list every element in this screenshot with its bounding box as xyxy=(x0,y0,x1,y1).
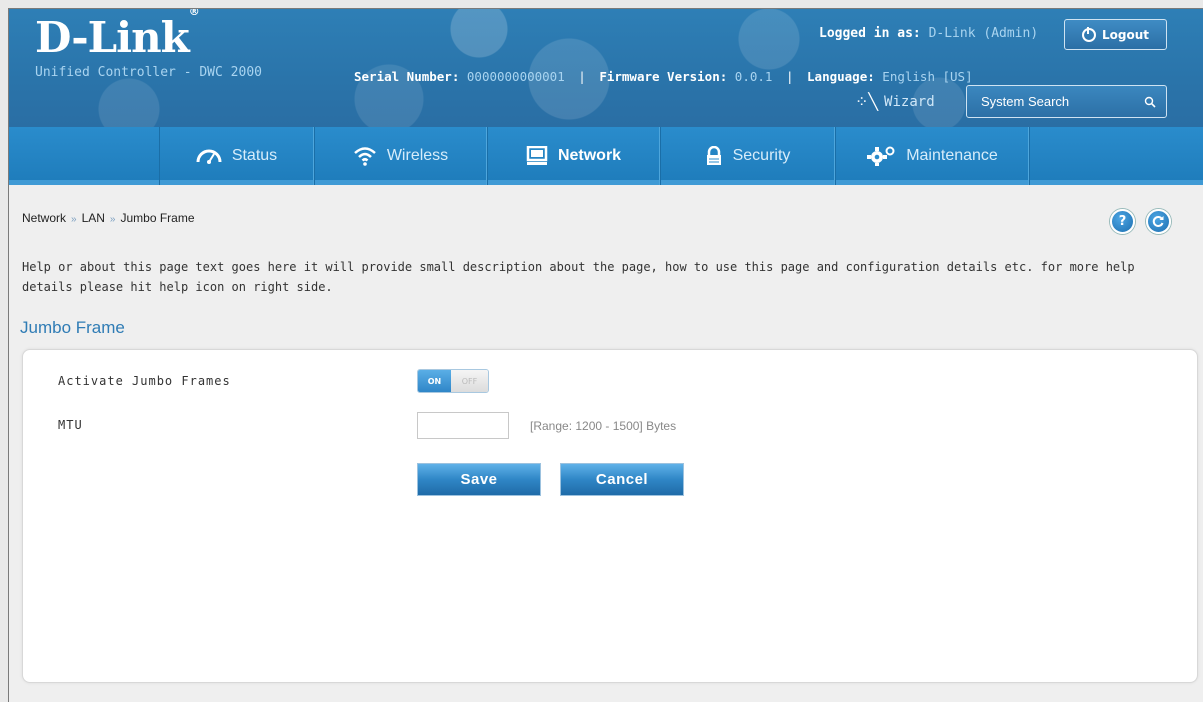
logged-in-user: D-Link (Admin) xyxy=(928,26,1039,41)
nav-label-network: Network xyxy=(557,147,622,164)
header: D-Link® Unified Controller - DWC 2000 Lo… xyxy=(9,9,1203,127)
nav-label-security: Security xyxy=(732,147,791,164)
save-button[interactable]: Save xyxy=(417,463,541,496)
cancel-button[interactable]: Cancel xyxy=(560,463,684,496)
main-nav: Status Wireless Network Security Mainten… xyxy=(9,127,1203,185)
breadcrumb-network[interactable]: Network xyxy=(22,211,66,225)
jumbo-frame-panel: Activate Jumbo Frames ON OFF MTU [Range:… xyxy=(22,349,1198,683)
nav-item-wireless[interactable]: Wireless xyxy=(314,127,487,185)
help-icon[interactable]: ? xyxy=(1110,209,1135,234)
device-info: Serial Number: 0000000000001 | Firmware … xyxy=(354,69,973,84)
toggle-off: OFF xyxy=(451,370,488,392)
gears-icon xyxy=(867,146,895,166)
product-subtitle: Unified Controller - DWC 2000 xyxy=(35,65,262,80)
nav-item-security[interactable]: Security xyxy=(660,127,835,185)
power-icon xyxy=(1081,26,1096,42)
wizard-link[interactable]: ⁘╲ Wizard xyxy=(855,92,935,111)
nav-label-wireless: Wireless xyxy=(386,147,449,164)
serial-value: 0000000000001 xyxy=(466,69,565,84)
toggle-on: ON xyxy=(418,370,451,392)
firmware-label: Firmware Version: xyxy=(599,69,728,84)
magic-wand-icon: ⁘╲ xyxy=(855,92,879,111)
breadcrumb: Network» LAN» Jumbo Frame xyxy=(22,211,195,225)
breadcrumb-lan[interactable]: LAN xyxy=(82,211,105,225)
nav-label-maintenance: Maintenance xyxy=(906,147,998,164)
firmware-value: 0.0.1 xyxy=(734,69,773,84)
nav-item-maintenance[interactable]: Maintenance xyxy=(835,127,1029,185)
gauge-icon xyxy=(196,149,222,164)
dlink-logo: D-Link® xyxy=(35,8,200,62)
refresh-icon[interactable] xyxy=(1146,209,1171,234)
nav-item-network[interactable]: Network xyxy=(487,127,660,185)
search-placeholder: System Search xyxy=(981,94,1070,109)
breadcrumb-jumbo-frame: Jumbo Frame xyxy=(120,211,195,225)
search-icon[interactable] xyxy=(1144,96,1156,108)
mtu-label: MTU xyxy=(58,418,83,432)
system-search-input[interactable]: System Search xyxy=(966,85,1167,118)
language-value[interactable]: English [US] xyxy=(882,69,972,84)
section-title: Jumbo Frame xyxy=(20,318,125,337)
wifi-icon xyxy=(353,147,376,166)
activate-jumbo-label: Activate Jumbo Frames xyxy=(58,374,231,388)
nav-label-status: Status xyxy=(231,147,278,164)
logout-button[interactable]: Logout xyxy=(1064,19,1167,50)
logout-label: Logout xyxy=(1101,27,1149,42)
login-status: Logged in as: D-Link (Admin) xyxy=(819,26,1038,41)
page-description: Help or about this page text goes here i… xyxy=(22,260,1135,294)
serial-label: Serial Number: xyxy=(354,69,460,84)
wizard-label: Wizard xyxy=(884,93,935,110)
logged-in-label: Logged in as: xyxy=(819,26,921,41)
app-frame: D-Link® Unified Controller - DWC 2000 Lo… xyxy=(8,8,1203,702)
lock-icon xyxy=(706,146,721,165)
activate-jumbo-toggle[interactable]: ON OFF xyxy=(417,369,489,393)
mtu-range-hint: [Range: 1200 - 1500] Bytes xyxy=(530,419,677,433)
language-label: Language: xyxy=(807,69,875,84)
mtu-input[interactable] xyxy=(417,412,509,439)
monitor-icon xyxy=(526,146,548,165)
nav-item-status[interactable]: Status xyxy=(159,127,314,185)
